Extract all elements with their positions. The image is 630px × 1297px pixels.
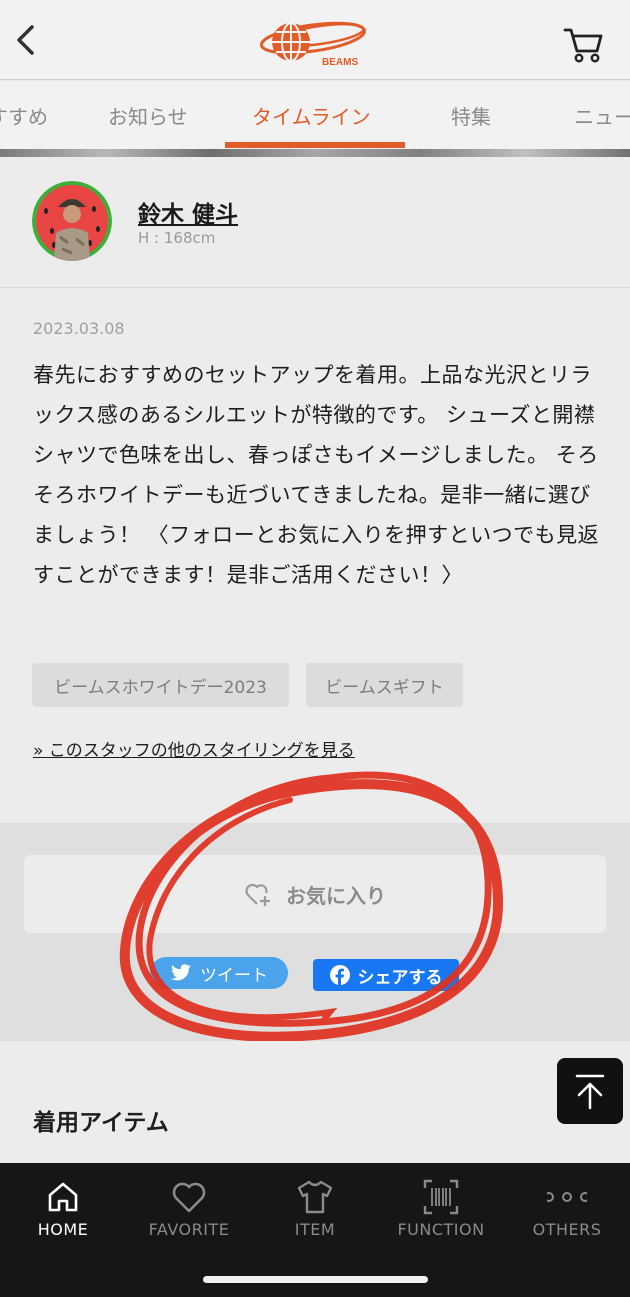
barcode-scan-icon (423, 1179, 459, 1215)
tag-whiteday-2023[interactable]: ビームスホワイトデー2023 (32, 663, 289, 707)
tab-timeline[interactable]: タイムライン (252, 101, 371, 130)
nav-others[interactable]: OTHERS (504, 1163, 630, 1273)
nav-item-label: ITEM (294, 1220, 336, 1239)
facebook-icon (329, 965, 350, 985)
add-to-favorite-button[interactable]: お気に入り (24, 855, 606, 933)
nav-function[interactable]: FUNCTION (378, 1163, 504, 1273)
nav-favorite[interactable]: FAVORITE (126, 1163, 252, 1273)
tweet-button[interactable]: ツイート (150, 957, 288, 989)
more-stylings-link[interactable]: » このスタッフの他のスタイリングを見る (33, 736, 355, 761)
logo-text: BEAMS (322, 57, 358, 68)
share-label: シェアする (357, 967, 443, 988)
nav-item[interactable]: ITEM (252, 1163, 378, 1273)
tweet-label: ツイート (200, 965, 268, 986)
heart-icon (172, 1182, 206, 1213)
chevron-left-icon[interactable] (10, 22, 46, 58)
tshirt-icon (297, 1180, 333, 1214)
action-area: お気に入り ツイート シェアする (0, 823, 630, 1041)
arrow-up-icon (575, 1074, 605, 1110)
worn-items-heading: 着用アイテム (33, 1110, 169, 1136)
tag-beams-gift[interactable]: ビームスギフト (306, 663, 463, 707)
nav-favorite-label: FAVORITE (148, 1220, 230, 1239)
nav-function-label: FUNCTION (397, 1220, 485, 1239)
favorite-label: お気に入り (286, 883, 386, 908)
facebook-share-button[interactable]: シェアする (313, 959, 459, 991)
nav-others-label: OTHERS (532, 1220, 602, 1239)
avatar[interactable] (32, 181, 112, 261)
nav-home-label: HOME (37, 1220, 89, 1239)
worn-items-section: 着用アイテム (0, 1041, 630, 1163)
app-header: BEAMS (0, 0, 630, 80)
cart-icon[interactable] (562, 24, 604, 64)
beams-logo[interactable]: BEAMS (258, 18, 372, 70)
category-tabs: すすめ お知らせ タイムライン 特集 ニュー (0, 81, 630, 149)
post-body: 春先におすすめのセットアップを着用。上品な光沢とリラックス感のあるシルエットが特… (33, 363, 600, 587)
home-icon (48, 1182, 78, 1212)
post-date: 2023.03.08 (33, 319, 125, 338)
heart-plus-icon (245, 883, 270, 906)
home-indicator (203, 1276, 428, 1283)
tab-new[interactable]: ニュー (574, 101, 630, 130)
scroll-to-top-button[interactable] (557, 1058, 623, 1124)
more-dots-icon (547, 1192, 587, 1202)
active-tab-indicator (225, 142, 405, 148)
tab-recommend[interactable]: すすめ (0, 101, 48, 130)
tab-news[interactable]: お知らせ (108, 101, 188, 130)
twitter-bird-icon (171, 964, 191, 981)
staff-post-card: 鈴木 健斗 H : 168cm 2023.03.08 春先におすすめのセットアッ… (0, 157, 630, 823)
staff-name-link[interactable]: 鈴木 健斗 (138, 195, 238, 229)
nav-home[interactable]: HOME (0, 1163, 126, 1273)
cropped-photo-strip (0, 149, 630, 157)
divider (0, 287, 630, 288)
staff-height: H : 168cm (138, 229, 216, 247)
tab-feature[interactable]: 特集 (451, 101, 491, 130)
